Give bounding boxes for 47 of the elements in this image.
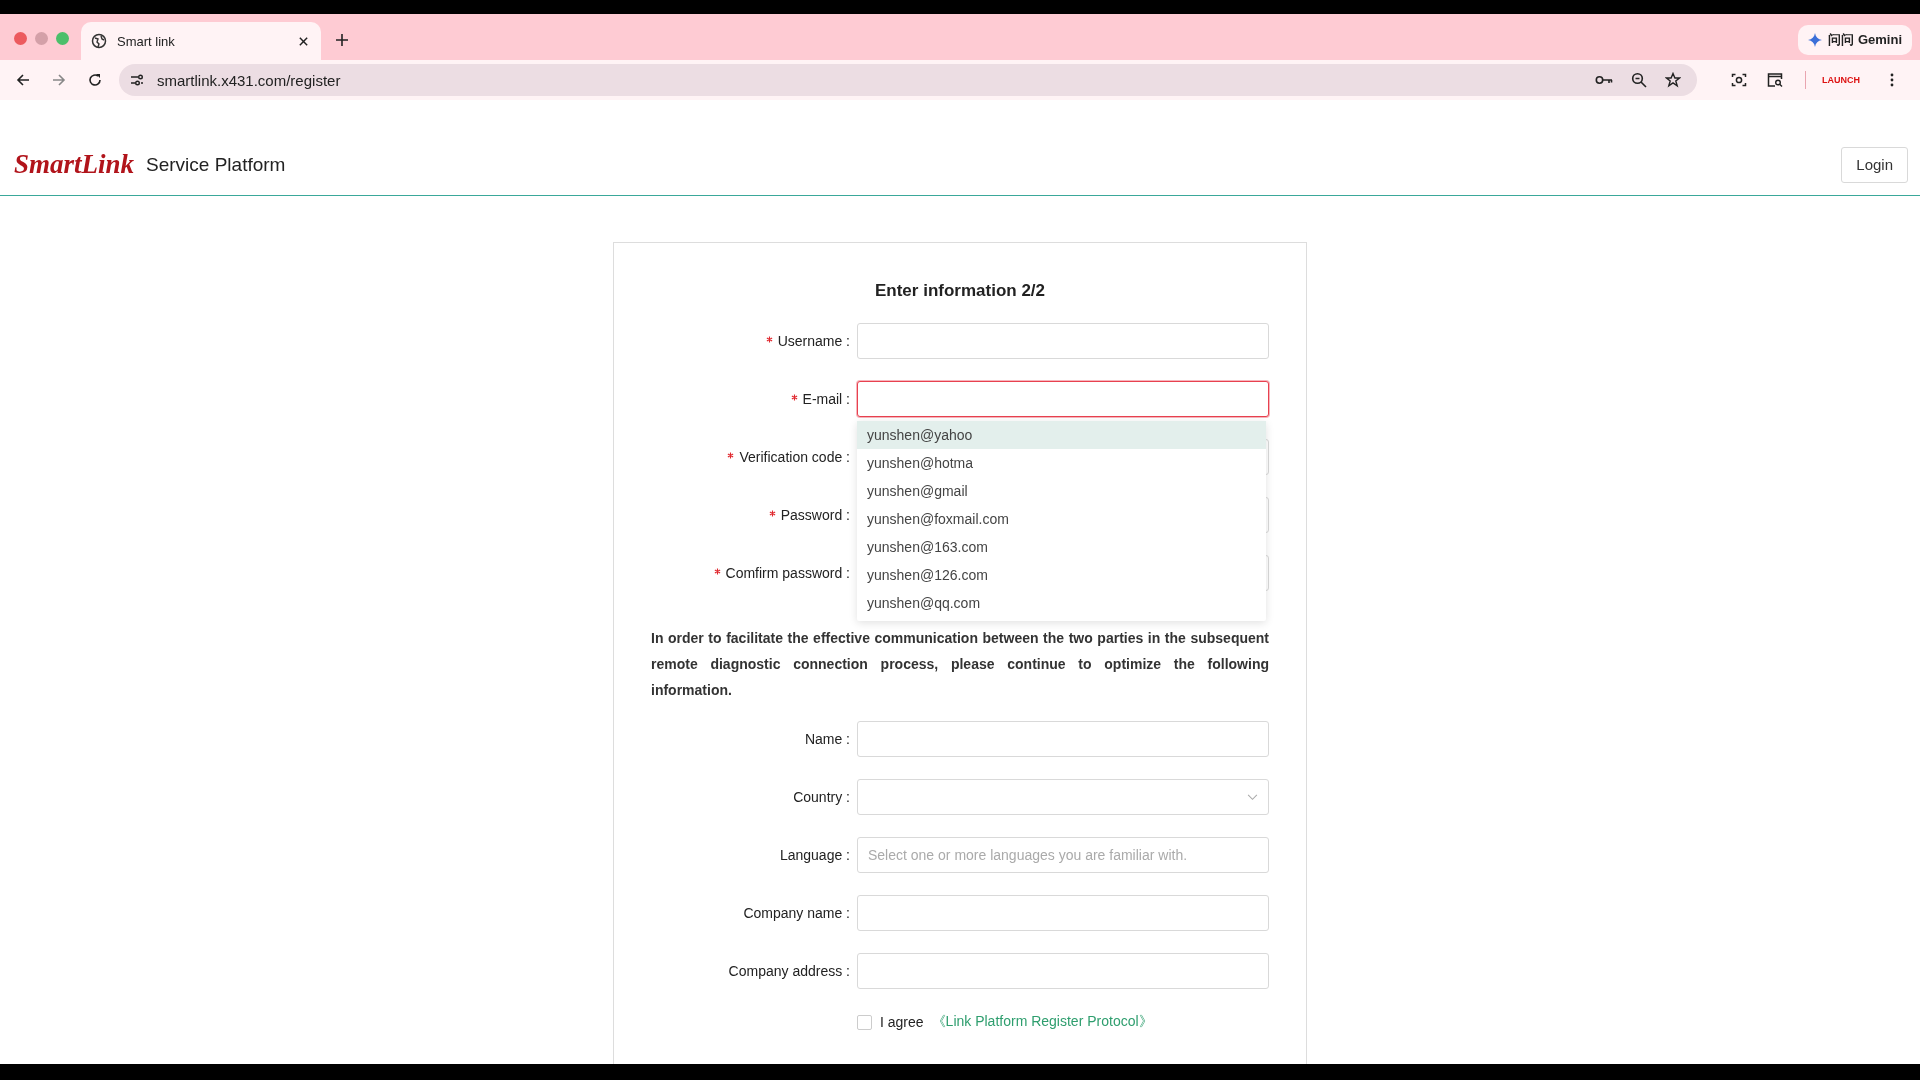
url-text: smartlink.x431.com/register: [157, 71, 341, 89]
protocol-link[interactable]: 《Link Platform Register Protocol》: [931, 1013, 1153, 1031]
field-label: Password :: [780, 507, 850, 523]
sparkle-icon: [1808, 33, 1823, 47]
field-label: Language :: [779, 847, 850, 863]
field-label: Company address :: [728, 963, 850, 979]
close-tab-icon[interactable]: [298, 35, 309, 47]
suggestion-option[interactable]: yunshen@gmail: [857, 477, 1266, 505]
field-label: Comfirm password :: [725, 565, 850, 581]
globe-icon: [91, 33, 107, 49]
checkbox[interactable]: [857, 1014, 872, 1030]
star-icon[interactable]: [1665, 72, 1681, 88]
page-search-icon[interactable]: [1767, 72, 1783, 88]
browser-tab[interactable]: Smart link: [81, 22, 321, 60]
field-label: E-mail :: [802, 391, 850, 407]
suggestion-option[interactable]: yunshen@yahoo: [857, 421, 1266, 449]
notice-paragraph: In order to facilitate the effective communication between the two parties in the subsequent remote diagnostic connection process, please continue to optimize the following information.: [651, 629, 1269, 700]
reload-icon[interactable]: [87, 72, 103, 88]
suggestion-option[interactable]: yunshen@126.com: [857, 561, 1266, 589]
field-label: Name :: [804, 731, 850, 747]
logo[interactable]: SmartLink: [14, 149, 135, 180]
suggestion-option[interactable]: yunshen@163.com: [857, 533, 1266, 561]
platform-title: Service Platform: [146, 153, 286, 176]
extension-button[interactable]: LAUNCH: [1822, 75, 1860, 85]
agree-label: I agree: [880, 1014, 924, 1030]
suggestion-option[interactable]: yunshen@hotma: [857, 449, 1266, 477]
login-button[interactable]: Login: [1841, 146, 1908, 183]
field-label: Username :: [777, 333, 850, 349]
key-icon[interactable]: [1595, 74, 1613, 86]
zoom-out-icon[interactable]: [1631, 72, 1647, 88]
input-field[interactable]: [857, 381, 1269, 417]
placeholder-text: Select one or more languages you are familiar with.: [868, 847, 1188, 863]
gemini-button[interactable]: 问问 Gemini: [1798, 25, 1912, 55]
form-title: Enter information 2/2: [874, 281, 1046, 301]
field-label: Company name :: [743, 905, 850, 921]
site-settings-icon[interactable]: [129, 72, 145, 88]
address-bar[interactable]: smartlink.x431.com/register: [119, 64, 1697, 96]
screenshot-icon[interactable]: [1731, 72, 1747, 88]
field-label: Country :: [793, 789, 850, 805]
tab-title: Smart link: [117, 33, 176, 49]
field-label: Verification code :: [739, 449, 850, 465]
forward-icon[interactable]: [51, 72, 67, 88]
suggestion-option[interactable]: yunshen@foxmail.com: [857, 505, 1266, 533]
chevron-down-icon: [1247, 793, 1258, 801]
suggestion-option[interactable]: yunshen@qq.com: [857, 589, 1266, 617]
new-tab-icon[interactable]: [335, 33, 349, 47]
back-icon[interactable]: [15, 72, 31, 88]
